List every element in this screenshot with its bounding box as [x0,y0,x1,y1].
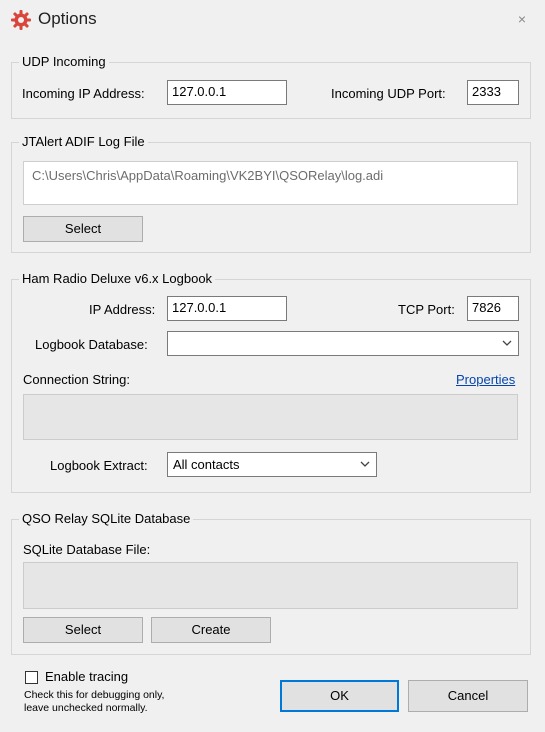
udp-incoming-legend: UDP Incoming [19,54,109,69]
options-dialog: Options × UDP Incoming Incoming IP Addre… [0,0,545,732]
tcp-port-label: TCP Port: [398,302,455,317]
logbook-database-select[interactable] [167,331,519,356]
chevron-down-icon [502,340,512,346]
adif-log-group: JTAlert ADIF Log File C:\Users\Chris\App… [11,134,531,253]
gear-icon [11,10,31,30]
sqlite-database-group: QSO Relay SQLite Database SQLite Databas… [11,511,531,655]
chevron-down-icon [360,461,370,467]
udp-incoming-group: UDP Incoming Incoming IP Address: 127.0.… [11,54,531,119]
ok-button[interactable]: OK [280,680,399,712]
sqlite-create-button[interactable]: Create [151,617,271,643]
tcp-port-input[interactable]: 7826 [467,296,519,321]
hrd-ip-label: IP Address: [89,302,156,317]
cancel-button[interactable]: Cancel [408,680,528,712]
enable-tracing-label[interactable]: Enable tracing [45,669,128,684]
properties-link[interactable]: Properties [456,372,515,387]
hrd-logbook-legend: Ham Radio Deluxe v6.x Logbook [19,271,216,286]
sqlite-file-label: SQLite Database File: [23,542,151,557]
connection-string-field[interactable] [23,394,518,440]
logbook-extract-value: All contacts [173,457,240,472]
adif-log-path-field[interactable]: C:\Users\Chris\AppData\Roaming\VK2BYI\QS… [23,161,518,205]
incoming-udp-port-label: Incoming UDP Port: [331,86,446,101]
sqlite-select-button[interactable]: Select [23,617,143,643]
adif-select-button[interactable]: Select [23,216,143,242]
sqlite-file-field[interactable] [23,562,518,609]
title-bar[interactable]: Options × [0,0,545,38]
incoming-ip-input[interactable]: 127.0.0.1 [167,80,287,105]
hrd-logbook-group: Ham Radio Deluxe v6.x Logbook IP Address… [11,271,531,493]
logbook-extract-select[interactable]: All contacts [167,452,377,477]
hrd-ip-input[interactable]: 127.0.0.1 [167,296,287,321]
connection-string-label: Connection String: [23,372,130,387]
enable-tracing-checkbox[interactable] [25,671,38,684]
window-title: Options [38,9,97,28]
incoming-ip-label: Incoming IP Address: [22,86,145,101]
close-button[interactable]: × [499,0,545,38]
sqlite-database-legend: QSO Relay SQLite Database [19,511,194,526]
adif-log-legend: JTAlert ADIF Log File [19,134,148,149]
close-icon: × [517,11,527,27]
logbook-database-label: Logbook Database: [35,337,148,352]
tracing-help-line-2: leave unchecked normally. [24,702,148,714]
incoming-udp-port-input[interactable]: 2333 [467,80,519,105]
logbook-extract-label: Logbook Extract: [50,458,148,473]
tracing-help-line-1: Check this for debugging only, [24,689,165,701]
